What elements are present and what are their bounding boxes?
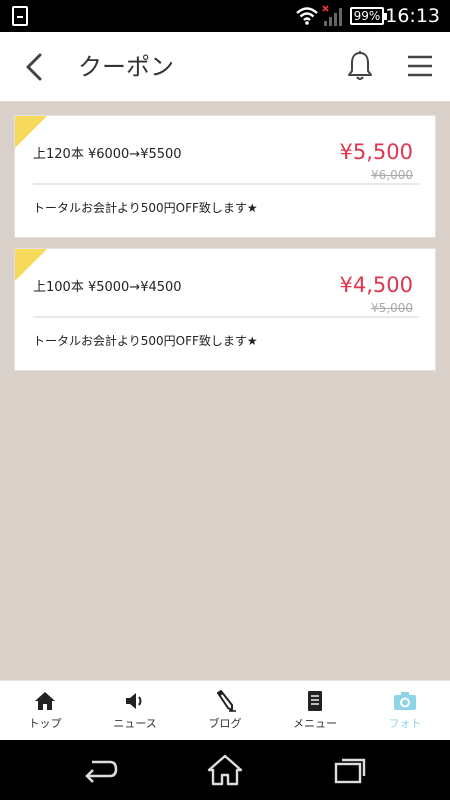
page-title: クーポン	[78, 53, 174, 81]
coupon-corner-badge	[15, 116, 47, 148]
tab-blog[interactable]: ブログ	[180, 681, 270, 740]
coupon-price: ¥5,500	[339, 140, 413, 164]
chevron-left-icon[interactable]	[18, 50, 52, 84]
system-nav-bar	[0, 740, 450, 800]
status-bar: 99% 16:13	[0, 0, 450, 32]
tab-news[interactable]: ニュース	[90, 681, 180, 740]
coupon-original-price: ¥5,000	[371, 301, 413, 315]
recent-apps-icon[interactable]	[330, 754, 370, 786]
coupon-name: 上100本 ¥5000→¥4500	[33, 280, 182, 295]
megaphone-icon	[126, 693, 142, 709]
tab-label: メニュー	[293, 717, 337, 730]
battery-indicator: 99%	[350, 7, 387, 25]
tab-label: トップ	[28, 717, 62, 730]
camera-icon	[394, 692, 416, 710]
clock: 16:13	[385, 5, 440, 27]
coupon-card[interactable]: 上120本 ¥6000→¥5500 ¥5,500 ¥6,000 トータルお会計よ…	[14, 115, 436, 238]
coupon-list: 上120本 ¥6000→¥5500 ¥5,500 ¥6,000 トータルお会計よ…	[14, 115, 436, 381]
coupon-price: ¥4,500	[339, 273, 413, 297]
pencil-icon	[217, 690, 236, 712]
coupon-corner-badge	[15, 249, 47, 281]
coupon-description: トータルお会計より500円OFF致します★	[33, 334, 258, 348]
tab-label: フォト	[388, 717, 422, 730]
coupon-description: トータルお会計より500円OFF致します★	[33, 201, 258, 215]
document-icon	[308, 691, 322, 711]
back-icon[interactable]	[80, 754, 120, 786]
wifi-icon	[296, 7, 318, 25]
bell-icon[interactable]	[345, 50, 375, 82]
coupon-name: 上120本 ¥6000→¥5500	[33, 147, 182, 162]
hamburger-menu-icon[interactable]	[404, 52, 436, 80]
coupon-card[interactable]: 上100本 ¥5000→¥4500 ¥4,500 ¥5,000 トータルお会計よ…	[14, 248, 436, 371]
home-icon	[35, 692, 55, 710]
notification-icon	[12, 6, 28, 26]
coupon-original-price: ¥6,000	[371, 168, 413, 182]
bottom-tab-bar: トップ ニュース ブログ メニュー フォト	[0, 680, 450, 740]
divider	[33, 183, 419, 185]
tab-label: ニュース	[113, 717, 157, 730]
tab-photo[interactable]: フォト	[360, 681, 450, 740]
tab-menu[interactable]: メニュー	[270, 681, 360, 740]
app-header: クーポン	[0, 32, 450, 102]
signal-icon	[322, 5, 342, 26]
tab-label: ブログ	[208, 717, 242, 730]
home-nav-icon[interactable]	[205, 754, 245, 786]
tab-top[interactable]: トップ	[0, 681, 90, 740]
divider	[33, 316, 419, 318]
